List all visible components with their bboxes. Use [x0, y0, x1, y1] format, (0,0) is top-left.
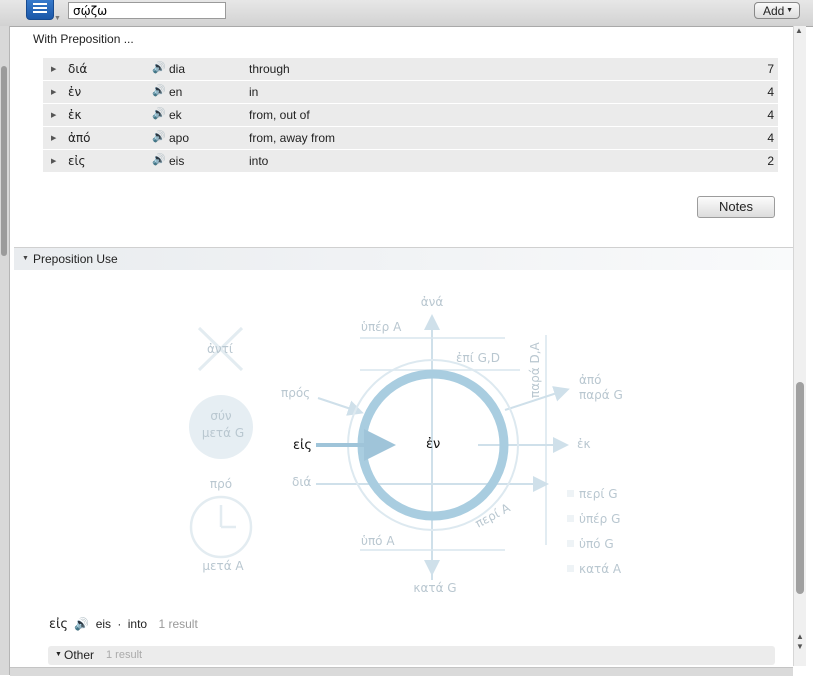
- other-label: Other: [64, 648, 95, 662]
- result-count: 1 result: [158, 617, 198, 631]
- label-kata-g: κατά G: [413, 581, 456, 595]
- label-ek: ἐκ: [577, 437, 591, 451]
- label-hypo-a: ὑπό A: [361, 534, 395, 548]
- label-kata-a: κατά A: [579, 562, 622, 576]
- label-en[interactable]: ἐν: [426, 437, 440, 452]
- pros-arrow: [317, 397, 364, 416]
- label-peri-g: περί G: [579, 487, 618, 501]
- label-syn: σύν: [210, 409, 232, 423]
- label-ana: ἀνά: [421, 295, 444, 309]
- label-hyper-a: ὑπέρ A: [361, 320, 402, 334]
- label-epi: ἐπί G,D: [456, 351, 500, 365]
- legend-square: [567, 565, 574, 572]
- label-dia: διά: [292, 475, 311, 489]
- label-hyper-g: ὑπέρ G: [579, 512, 620, 526]
- result-summary: εἰς 🔊 eis · into 1 result: [49, 617, 201, 632]
- result-separator: ·: [117, 617, 122, 631]
- label-apo: ἀπό: [579, 373, 601, 387]
- other-group-header[interactable]: ▼ Other 1 result: [48, 646, 775, 665]
- label-meta-a: μετά A: [202, 559, 244, 573]
- label-hypo-g: ὑπό G: [579, 537, 614, 551]
- legend-square: [567, 515, 574, 522]
- speaker-icon[interactable]: 🔊: [74, 617, 89, 631]
- disclosure-triangle-expanded-icon[interactable]: ▼: [55, 651, 62, 658]
- other-count: 1 result: [106, 649, 143, 661]
- legend-square: [567, 540, 574, 547]
- label-anti: ἀντί: [207, 342, 233, 356]
- label-para-g: παρά G: [579, 388, 623, 402]
- label-para-da: παρά D,A: [528, 341, 542, 398]
- preposition-diagram: ἀνά ὑπέρ A ἐπί G,D παρά D,A ἀπό παρά G π…: [189, 295, 623, 595]
- result-transliteration: eis: [95, 617, 112, 631]
- result-gloss: into: [127, 617, 148, 631]
- result-greek: εἰς: [49, 617, 69, 632]
- label-meta-g: μετά G: [202, 426, 244, 440]
- label-pro: πρό: [210, 477, 232, 491]
- label-eis[interactable]: εἰς: [293, 438, 312, 453]
- legend-square: [567, 490, 574, 497]
- label-pros: πρός: [281, 386, 310, 400]
